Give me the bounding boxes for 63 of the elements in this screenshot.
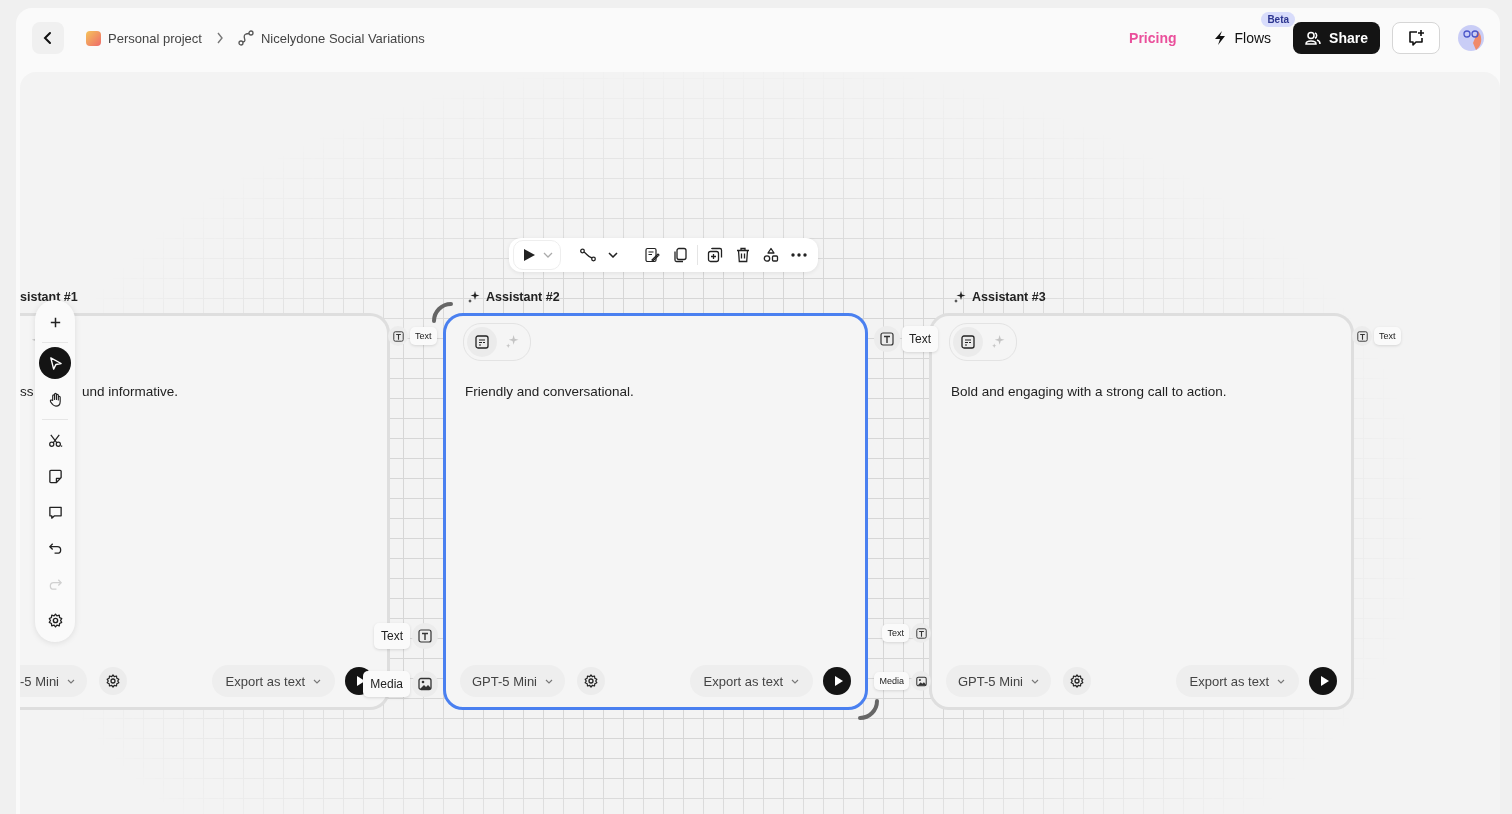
port-label[interactable]: Media (363, 671, 410, 697)
chevron-down-icon (67, 678, 75, 684)
sparkle-icon (953, 290, 966, 304)
back-button[interactable] (32, 22, 64, 54)
share-button[interactable]: Share (1293, 22, 1380, 54)
chevron-down-icon (545, 678, 553, 684)
image-port-icon[interactable] (412, 671, 438, 697)
play-icon (1318, 675, 1330, 687)
port-label[interactable]: Media (874, 672, 909, 690)
text-mode-icon[interactable] (467, 327, 497, 357)
play-icon (832, 675, 844, 687)
text-port-icon[interactable] (412, 623, 438, 649)
export-dropdown[interactable]: Export as text (1175, 665, 1299, 697)
lightning-icon (1212, 30, 1227, 46)
resize-handle[interactable] (431, 301, 453, 323)
flows-button[interactable]: Flows (1206, 26, 1278, 50)
run-button[interactable] (1309, 667, 1337, 695)
export-dropdown[interactable]: Export as text (689, 665, 813, 697)
node-description: ss (20, 384, 35, 399)
chevron-down-icon (791, 678, 799, 684)
text-port-icon[interactable] (911, 623, 931, 643)
image-port-icon[interactable] (911, 671, 931, 691)
port-label[interactable]: Text (1374, 327, 1401, 345)
breadcrumb-link[interactable]: Personal project (86, 30, 202, 46)
avatar[interactable] (1458, 25, 1484, 51)
beta-badge: Beta (1261, 12, 1296, 27)
port-label[interactable]: Text (410, 327, 437, 345)
node-card[interactable]: Friendly and conversational. GPT-5 Mini Export as text (443, 313, 868, 710)
text-mode-icon[interactable] (953, 327, 983, 357)
chevron-down-icon (313, 678, 321, 684)
text-port-icon[interactable] (1352, 326, 1372, 346)
chevron-down-icon (1031, 678, 1039, 684)
node-description: und informative. (82, 384, 179, 399)
settings-icon[interactable] (99, 667, 127, 695)
comment-plus-icon (1407, 29, 1425, 47)
run-button[interactable] (823, 667, 851, 695)
node-title: sistant #1 (20, 290, 78, 304)
project-icon (86, 30, 101, 46)
node-title: Assistant #3 (972, 290, 1046, 304)
add-comment-button[interactable] (1392, 22, 1440, 54)
settings-icon[interactable] (577, 667, 605, 695)
model-dropdown[interactable]: GPT-5 Mini (946, 665, 1051, 697)
flow-icon (237, 30, 254, 46)
sparkle-icon (467, 290, 480, 304)
cursor-icon[interactable] (39, 347, 71, 379)
node-description: Friendly and conversational. (465, 384, 634, 399)
model-dropdown[interactable]: GPT-5 Mini (460, 665, 565, 697)
play-icon (354, 675, 366, 687)
chevron-down-icon (1277, 678, 1285, 684)
settings-icon[interactable] (1063, 667, 1091, 695)
model-dropdown[interactable]: -5 Mini (20, 665, 87, 697)
breadcrumb-link[interactable]: Nicelydone Social Variations (237, 30, 425, 46)
node-title: Assistant #2 (486, 290, 560, 304)
chevron-right-icon (215, 32, 224, 44)
node-description: Bold and engaging with a strong call to action. (951, 384, 1227, 399)
text-port-icon[interactable] (874, 326, 900, 352)
resize-handle[interactable] (858, 699, 880, 721)
port-label[interactable]: Text (374, 623, 410, 649)
people-icon (1305, 31, 1322, 45)
port-label[interactable]: Text (902, 326, 938, 352)
text-port-icon[interactable] (388, 326, 408, 346)
port-label[interactable]: Text (882, 624, 909, 642)
export-dropdown[interactable]: Export as text (211, 665, 335, 697)
